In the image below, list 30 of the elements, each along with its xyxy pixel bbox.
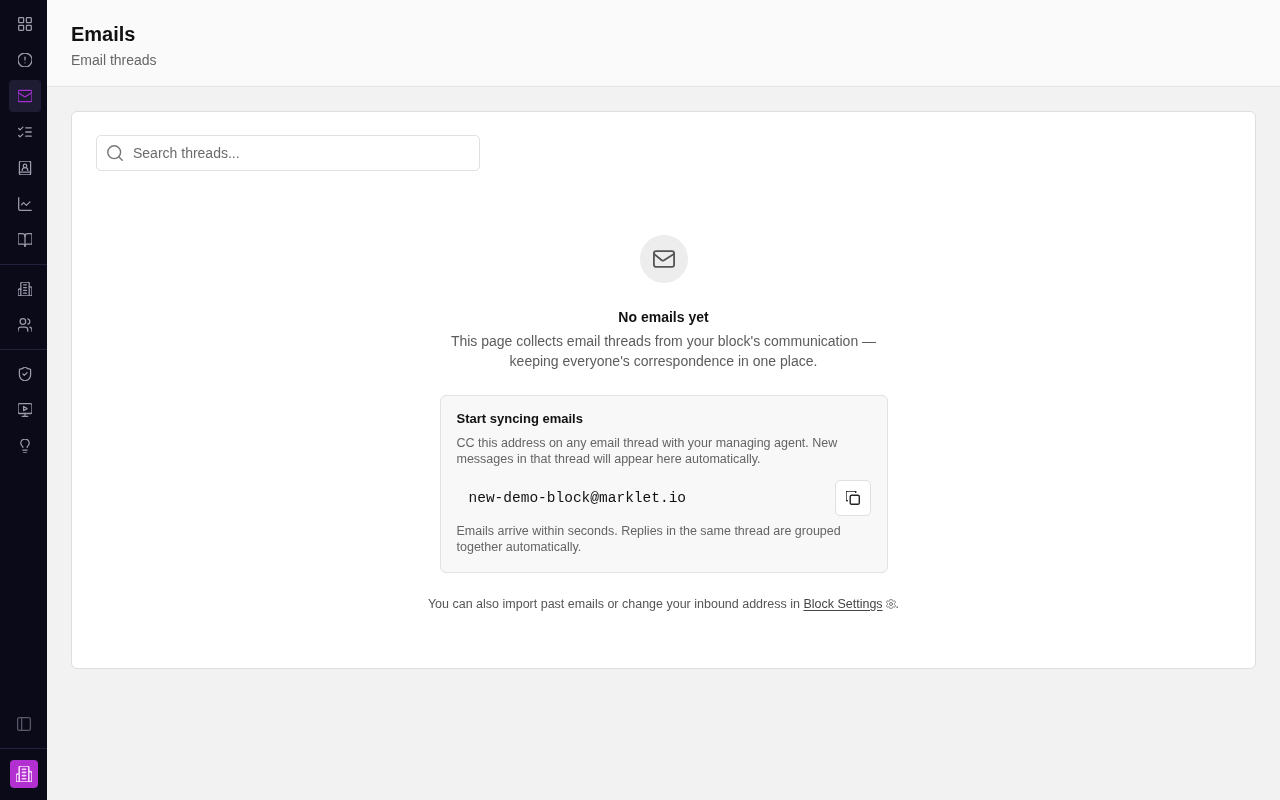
envelope-icon — [17, 89, 32, 103]
lightbulb-icon — [17, 439, 32, 453]
gear-icon — [885, 599, 896, 609]
contact-book-icon — [17, 161, 32, 175]
shield-check-icon — [17, 367, 32, 381]
settings-hint: You can also import past emails or change your inbound address in Block Settings . — [427, 596, 900, 612]
open-book-icon — [17, 233, 32, 247]
sidebar-item[interactable] — [8, 80, 41, 112]
copy-button[interactable] — [834, 480, 871, 516]
empty-state-description: This page collects email threads from your block's communication — keeping everyone's correspondence in one place. — [449, 332, 878, 371]
copy-icon — [845, 491, 860, 505]
empty-state-title: No emails yet — [618, 308, 709, 327]
grid-icon — [17, 17, 32, 31]
line-chart-icon — [17, 197, 32, 211]
email-address: new-demo-block@marklet.io — [467, 489, 688, 508]
search-field[interactable]: Search threads... — [96, 135, 480, 171]
checklist-icon — [17, 125, 32, 139]
page-subtitle: Email threads — [71, 51, 158, 70]
sync-note: Emails arrive within seconds. Replies in the same thread are grouped together automatically. — [456, 523, 842, 555]
search-icon — [107, 145, 123, 161]
building-icon — [17, 282, 32, 296]
sync-description: CC this address on any email thread with your managing agent. New messages in that thread will appear here automatically. — [456, 435, 839, 467]
envelope-icon — [639, 235, 688, 283]
block-settings-link[interactable]: Block Settings — [803, 596, 896, 612]
monitor-play-icon — [17, 403, 32, 417]
sync-title: Start syncing emails — [456, 411, 584, 427]
people-icon — [17, 318, 32, 332]
page-title: Emails — [71, 22, 137, 46]
panel-left-icon — [16, 717, 31, 731]
building-logo-icon[interactable] — [9, 760, 38, 788]
